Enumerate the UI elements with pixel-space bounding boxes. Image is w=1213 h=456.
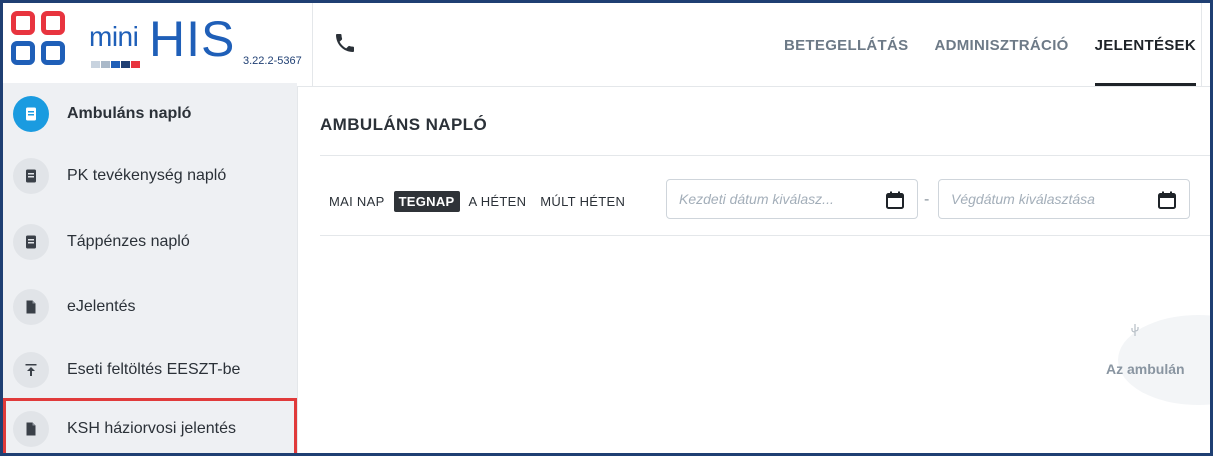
sidebar-item-eseti-feltoltes[interactable]: Eseti feltöltés EESZT-be <box>3 339 297 401</box>
divider <box>320 155 1210 156</box>
sidebar-item-tappenzes-naplo[interactable]: Táppénzes napló <box>3 211 297 273</box>
brand-his: HIS <box>149 11 236 67</box>
sidebar-item-label: PK tevékenység napló <box>67 167 227 184</box>
sidebar-item-label: Eseti feltöltés EESZT-be <box>67 361 241 378</box>
tab-betegellatas[interactable]: BETEGELLÁTÁS <box>784 3 908 87</box>
app-version: 3.22.2-5367 <box>243 55 302 67</box>
header-divider <box>1201 3 1202 87</box>
sidebar-item-label: KSH háziorvosi jelentés <box>67 420 236 437</box>
filter-mult-heten-button[interactable]: MÚLT HÉTEN <box>535 191 630 212</box>
app-header: mini HIS 3.22.2-5367 BETEGELLÁTÁS ADMINI… <box>3 3 1210 87</box>
start-date-placeholder: Kezdeti dátum kiválasz... <box>679 191 834 207</box>
sidebar: Ambuláns napló PK tevékenység napló Tápp… <box>3 83 297 453</box>
main-content: AMBULÁNS NAPLÓ MAI NAP TEGNAP A HÉTEN MÚ… <box>297 87 1210 453</box>
upload-icon <box>13 352 49 388</box>
page-title: AMBULÁNS NAPLÓ <box>320 115 488 134</box>
top-nav: BETEGELLÁTÁS ADMINISZTRÁCIÓ JELENTÉSEK <box>758 3 1197 87</box>
end-date-field[interactable]: Végdátum kiválasztása <box>938 179 1190 219</box>
divider <box>320 235 1210 236</box>
sidebar-item-ejelentes[interactable]: eJelentés <box>3 276 297 338</box>
phone-icon[interactable] <box>333 31 357 55</box>
sidebar-item-label: Ambuláns napló <box>67 105 192 122</box>
end-date-placeholder: Végdátum kiválasztása <box>951 191 1095 207</box>
filter-tegnap-button[interactable]: TEGNAP <box>393 191 460 212</box>
file-icon <box>13 289 49 325</box>
notebook-icon <box>13 96 49 132</box>
calendar-icon[interactable] <box>1157 190 1177 210</box>
sidebar-item-label: Táppénzes napló <box>67 233 190 250</box>
notebook-icon <box>13 158 49 194</box>
sidebar-item-ksh-haziorvosi-jelentes[interactable]: KSH háziorvosi jelentés <box>3 398 297 453</box>
brand-bars-icon <box>91 55 141 68</box>
empty-state-text: Az ambulán <box>1106 361 1185 377</box>
logo-grid-icon <box>11 11 67 67</box>
tab-jelentesek[interactable]: JELENTÉSEK <box>1094 3 1197 87</box>
start-date-field[interactable]: Kezdeti dátum kiválasz... <box>666 179 918 219</box>
tab-adminisztracio[interactable]: ADMINISZTRÁCIÓ <box>934 3 1068 87</box>
empty-state: Az ambulán <box>1088 307 1210 407</box>
sidebar-item-pk-tevekenyseg-naplo[interactable]: PK tevékenység napló <box>3 145 297 207</box>
cactus-icon <box>1130 323 1140 340</box>
logo[interactable]: mini HIS 3.22.2-5367 <box>3 3 313 87</box>
date-filter-group: MAI NAP TEGNAP A HÉTEN MÚLT HÉTEN <box>324 191 634 212</box>
app-window: mini HIS 3.22.2-5367 BETEGELLÁTÁS ADMINI… <box>0 0 1213 456</box>
filter-a-heten-button[interactable]: A HÉTEN <box>464 191 532 212</box>
date-range-separator: - <box>924 191 930 208</box>
brand-mini: mini <box>89 21 139 52</box>
filter-mai-nap-button[interactable]: MAI NAP <box>324 191 390 212</box>
notebook-icon <box>13 224 49 260</box>
sidebar-item-label: eJelentés <box>67 298 136 315</box>
calendar-icon[interactable] <box>885 190 905 210</box>
file-icon <box>13 411 49 447</box>
sidebar-item-ambulans-naplo[interactable]: Ambuláns napló <box>3 83 297 145</box>
